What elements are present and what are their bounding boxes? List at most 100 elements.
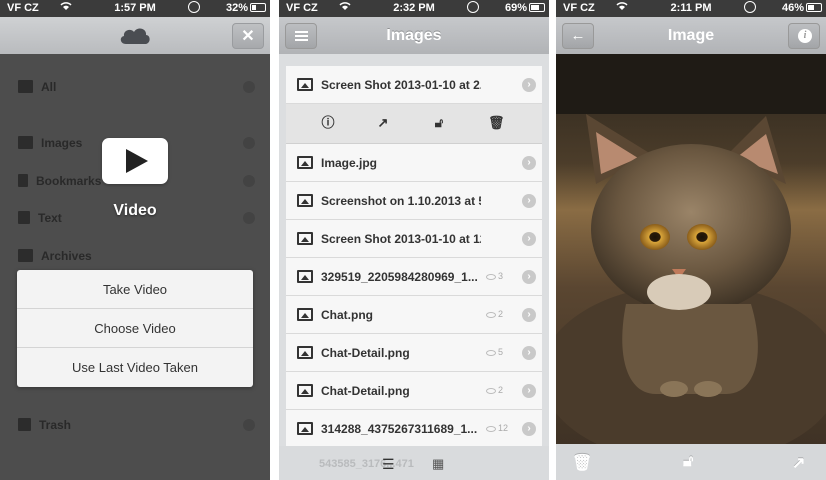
bottom-toolbar: 543585_3176...471 ☰ ▦: [279, 446, 549, 480]
battery-percent: 46%: [781, 2, 804, 14]
chevron-right-icon[interactable]: ›: [522, 384, 536, 398]
file-name: Screen Shot 2013-01-10 at 2.2...: [321, 78, 481, 92]
rotation-lock-icon: [744, 1, 756, 13]
top-nav-bar: ← Image i: [556, 17, 826, 54]
image-icon: [297, 194, 313, 207]
eye-icon: [486, 387, 496, 394]
phone-screen-images-list: VF CZ 2:32 PM 69% Images Screen Shot 201…: [279, 0, 549, 480]
list-item[interactable]: Image.jpg ›: [286, 144, 542, 182]
battery-icon: [250, 3, 266, 12]
lock-icon[interactable]: 🔓︎: [431, 115, 447, 131]
info-icon[interactable]: ⓘ: [320, 115, 336, 131]
eye-icon: [486, 349, 496, 356]
file-name: 314288_4375267311689_1...: [321, 422, 478, 436]
video-badge: [102, 138, 168, 184]
rotation-lock-icon: [188, 1, 200, 13]
chevron-right-icon[interactable]: ›: [522, 78, 536, 92]
partially-hidden-row-text: 543585_3176...471: [319, 458, 414, 470]
status-bar: VF CZ 1:57 PM 32%: [0, 0, 270, 17]
top-nav-bar: Images: [279, 17, 549, 54]
info-icon: i: [798, 29, 812, 43]
trash-icon[interactable]: 🗑︎: [572, 453, 592, 473]
kitten-photo: [556, 54, 826, 444]
rotation-lock-icon: [467, 1, 479, 13]
view-count: 2: [486, 385, 503, 395]
action-sheet: Take Video Choose Video Use Last Video T…: [17, 270, 253, 387]
file-name: Chat-Detail.png: [321, 384, 410, 398]
view-count-value: 12: [498, 423, 509, 433]
share-icon[interactable]: ↗: [792, 453, 805, 473]
play-icon: [126, 149, 148, 173]
file-name: Screen Shot 2013-01-10 at 12....: [321, 232, 481, 246]
grid-view-icon[interactable]: ▦: [432, 456, 444, 472]
list-view-icon[interactable]: ☰: [382, 456, 395, 473]
image-icon: [297, 270, 313, 283]
chevron-right-icon[interactable]: ›: [522, 194, 536, 208]
battery-percent: 32%: [225, 2, 248, 14]
page-title: Images: [386, 27, 442, 44]
choose-video-button[interactable]: Choose Video: [17, 309, 253, 348]
file-name: Image.jpg: [321, 156, 378, 170]
view-count-value: 2: [498, 309, 504, 319]
page-title: Image: [667, 27, 715, 44]
file-name: Screenshot on 1.10.2013 at 5....: [321, 194, 481, 208]
list-item[interactable]: 329519_2205984280969_1... 3 ›: [286, 258, 542, 296]
battery-fill: [252, 5, 256, 10]
image-preview[interactable]: [556, 54, 826, 444]
phone-screen-image-detail: VF CZ 2:11 PM 46% ← Image i 🗑︎ 🔓︎ ↗: [556, 0, 826, 480]
list-item[interactable]: Screen Shot 2013-01-10 at 12.... ›: [286, 220, 542, 258]
list-item[interactable]: 314288_4375267311689_1... 12 ›: [286, 410, 542, 448]
share-icon[interactable]: ↗: [375, 115, 391, 131]
eye-icon: [486, 273, 496, 280]
phone-screen-add-video: VF CZ 1:57 PM 32% All Images Bookmarks T…: [0, 0, 270, 480]
info-button[interactable]: i: [788, 23, 820, 49]
view-count-value: 5: [498, 347, 504, 357]
take-video-button[interactable]: Take Video: [17, 270, 253, 309]
cloud-icon: [120, 28, 150, 44]
close-button[interactable]: ✕: [232, 23, 264, 49]
file-name: 329519_2205984280969_1...: [321, 270, 478, 284]
eye-icon: [486, 425, 496, 432]
battery-percent: 69%: [504, 2, 527, 14]
trash-icon[interactable]: 🗑︎: [488, 115, 505, 131]
file-action-bar: ⓘ ↗ 🔓︎ 🗑︎: [286, 104, 542, 144]
view-count: 12: [486, 423, 508, 433]
battery-fill: [531, 5, 539, 10]
image-icon: [297, 346, 313, 359]
list-item[interactable]: Chat.png 2 ›: [286, 296, 542, 334]
screenshot-collage: VF CZ 1:57 PM 32% All Images Bookmarks T…: [0, 0, 826, 480]
battery-icon: [529, 3, 545, 12]
file-name: Chat.png: [321, 308, 373, 322]
image-icon: [297, 156, 313, 169]
list-item[interactable]: Screenshot on 1.10.2013 at 5.... ›: [286, 182, 542, 220]
chevron-right-icon[interactable]: ›: [522, 346, 536, 360]
chevron-right-icon[interactable]: ›: [522, 232, 536, 246]
use-last-video-button[interactable]: Use Last Video Taken: [17, 348, 253, 387]
view-count: 2: [486, 309, 503, 319]
list-item[interactable]: Screen Shot 2013-01-10 at 2.2... ›: [286, 66, 542, 104]
lock-icon[interactable]: 🔓︎: [683, 453, 693, 471]
bottom-toolbar: 🗑︎ 🔓︎ ↗: [556, 444, 826, 480]
status-bar: VF CZ 2:32 PM 69%: [279, 0, 549, 17]
chevron-right-icon[interactable]: ›: [522, 156, 536, 170]
top-nav-bar: ✕: [0, 17, 270, 54]
video-label: Video: [113, 202, 157, 219]
image-icon: [297, 308, 313, 321]
list-item[interactable]: Chat-Detail.png 2 ›: [286, 372, 542, 410]
image-icon: [297, 384, 313, 397]
view-count-value: 3: [498, 271, 504, 281]
image-icon: [297, 78, 313, 91]
eye-icon: [486, 311, 496, 318]
view-count: 5: [486, 347, 503, 357]
image-icon: [297, 422, 313, 435]
file-list: Screen Shot 2013-01-10 at 2.2... › ⓘ ↗ 🔓…: [286, 66, 542, 448]
status-bar: VF CZ 2:11 PM 46%: [556, 0, 826, 17]
view-count: 3: [486, 271, 503, 281]
list-item[interactable]: Chat-Detail.png 5 ›: [286, 334, 542, 372]
chevron-right-icon[interactable]: ›: [522, 308, 536, 322]
close-icon: ✕: [241, 28, 255, 45]
chevron-right-icon[interactable]: ›: [522, 270, 536, 284]
image-icon: [297, 232, 313, 245]
modal-dim-overlay: [0, 54, 270, 480]
chevron-right-icon[interactable]: ›: [522, 422, 536, 436]
